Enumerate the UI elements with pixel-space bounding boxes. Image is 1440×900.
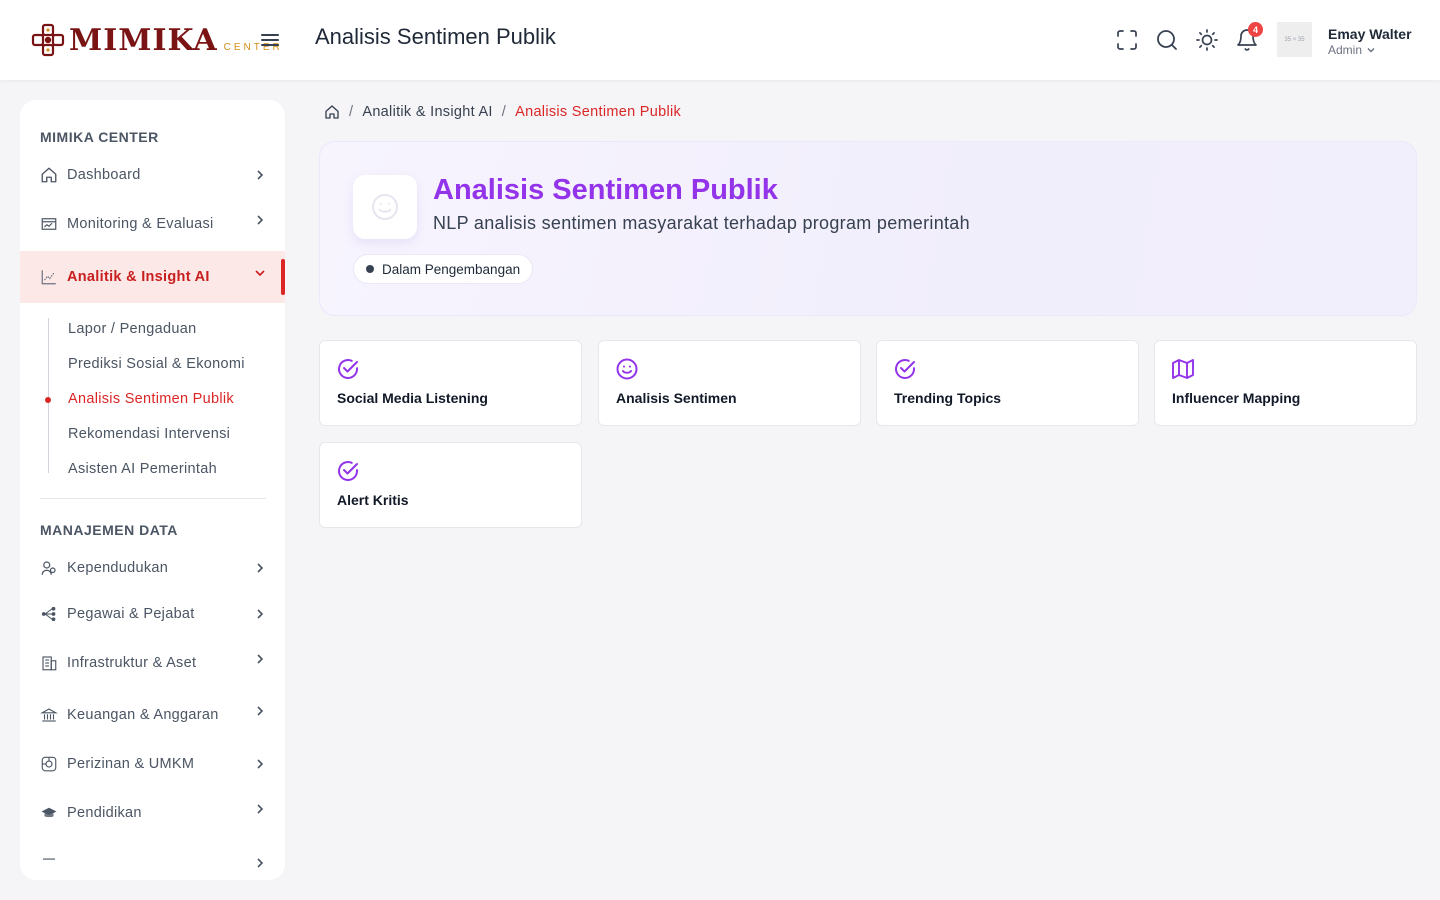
submenu-line bbox=[48, 318, 49, 473]
sidebar-item-analitik[interactable]: Analitik & Insight AI bbox=[20, 251, 285, 303]
user-name[interactable]: Emay Walter bbox=[1328, 26, 1412, 42]
sidebar-item-dashboard[interactable]: Dashboard bbox=[20, 149, 285, 201]
logo-text: MIMIKA bbox=[69, 22, 218, 58]
chevron-right-icon bbox=[257, 804, 264, 814]
submenu-item-prediksi[interactable]: Prediksi Sosial & Ekonomi bbox=[68, 356, 245, 372]
bank-icon bbox=[40, 708, 58, 722]
chevron-right-icon bbox=[257, 563, 264, 573]
sidebar-item-pendidikan[interactable]: Pendidikan bbox=[20, 787, 285, 839]
fullscreen-icon[interactable] bbox=[1115, 28, 1139, 52]
chevron-right-icon bbox=[257, 759, 264, 769]
sidebar-item-label: Keuangan & Anggaran bbox=[67, 707, 219, 723]
active-indicator bbox=[281, 259, 285, 295]
smile-icon bbox=[616, 358, 638, 380]
chart-icon bbox=[41, 270, 56, 285]
feature-card-title: Influencer Mapping bbox=[1172, 390, 1301, 406]
submenu-item-rekomendasi[interactable]: Rekomendasi Intervensi bbox=[68, 426, 230, 442]
org-icon bbox=[41, 606, 56, 622]
chevron-right-icon bbox=[257, 706, 264, 716]
check-circle-icon bbox=[338, 359, 358, 379]
sidebar-item-perizinan[interactable]: Perizinan & UMKM bbox=[20, 738, 285, 790]
check-circle-icon bbox=[338, 461, 358, 481]
hero-subtitle: NLP analisis sentimen masyarakat terhada… bbox=[433, 213, 970, 233]
sidebar-section-title: MANAJEMEN DATA bbox=[40, 522, 178, 538]
hero-banner: Analisis Sentimen Publik NLP analisis se… bbox=[319, 141, 1417, 316]
status-dot bbox=[366, 265, 374, 273]
sidebar: MIMIKA CENTER Dashboard Monitoring & Eva… bbox=[20, 100, 285, 880]
feature-card-influencer-mapping[interactable]: Influencer Mapping bbox=[1154, 340, 1417, 426]
feature-card-title: Alert Kritis bbox=[337, 492, 409, 508]
license-icon bbox=[41, 756, 57, 772]
sidebar-item-monitoring[interactable]: Monitoring & Evaluasi bbox=[20, 198, 285, 250]
sidebar-item-more[interactable] bbox=[20, 840, 285, 880]
sidebar-divider bbox=[40, 498, 266, 499]
sidebar-item-label: Pegawai & Pejabat bbox=[67, 606, 195, 622]
submenu-item-lapor[interactable]: Lapor / Pengaduan bbox=[68, 321, 196, 337]
home-icon bbox=[41, 167, 57, 183]
sidebar-item-label: Pendidikan bbox=[67, 805, 142, 821]
smile-icon bbox=[372, 194, 398, 220]
check-circle-icon bbox=[895, 359, 915, 379]
user-role-label: Admin bbox=[1328, 43, 1363, 57]
feature-card-title: Trending Topics bbox=[894, 390, 1002, 406]
chevron-right-icon bbox=[257, 609, 264, 619]
feature-card-alert-kritis[interactable]: Alert Kritis bbox=[319, 442, 582, 528]
sidebar-item-keuangan[interactable]: Keuangan & Anggaran bbox=[20, 689, 285, 741]
chevron-right-icon bbox=[257, 215, 264, 225]
feature-card-trending-topics[interactable]: Trending Topics bbox=[876, 340, 1139, 426]
hero-title: Analisis Sentimen Publik bbox=[433, 174, 778, 206]
breadcrumb: / Analitik & Insight AI / Analisis Senti… bbox=[324, 104, 681, 120]
chevron-down-icon bbox=[255, 270, 265, 277]
submenu-item-analisis-sentimen[interactable]: Analisis Sentimen Publik bbox=[68, 391, 234, 407]
feature-card-social-media[interactable]: Social Media Listening bbox=[319, 340, 582, 426]
breadcrumb-current: Analisis Sentimen Publik bbox=[515, 104, 682, 120]
active-submenu-dot bbox=[45, 397, 51, 403]
list-icon bbox=[43, 858, 55, 860]
top-header: MIMIKA CENTER Analisis Sentimen Publik 4… bbox=[0, 0, 1440, 80]
users-icon bbox=[41, 561, 56, 575]
notification-badge: 4 bbox=[1248, 22, 1263, 37]
map-icon bbox=[1172, 359, 1194, 379]
menu-toggle-icon[interactable] bbox=[258, 28, 282, 52]
sidebar-item-kependudukan[interactable]: Kependudukan bbox=[20, 542, 285, 594]
avatar[interactable]: 35 × 35 bbox=[1277, 22, 1312, 57]
home-icon[interactable] bbox=[324, 104, 340, 120]
chevron-right-icon bbox=[257, 170, 264, 180]
monitor-icon bbox=[41, 218, 57, 230]
page-title: Analisis Sentimen Publik bbox=[315, 24, 556, 49]
breadcrumb-separator: / bbox=[349, 104, 354, 120]
graduation-icon bbox=[41, 807, 57, 818]
feature-card-title: Analisis Sentimen bbox=[616, 390, 737, 406]
sidebar-item-label: Kependudukan bbox=[67, 560, 169, 576]
sidebar-item-label: Dashboard bbox=[67, 167, 141, 183]
user-role-dropdown[interactable]: Admin bbox=[1328, 43, 1376, 57]
building-icon bbox=[42, 656, 57, 671]
sidebar-item-infrastruktur[interactable]: Infrastruktur & Aset bbox=[20, 637, 285, 689]
sidebar-item-label: Infrastruktur & Aset bbox=[67, 655, 197, 671]
theme-sun-icon[interactable] bbox=[1195, 28, 1219, 52]
brand-logo[interactable]: MIMIKA CENTER bbox=[30, 20, 283, 60]
status-label: Dalam Pengembangan bbox=[382, 261, 521, 277]
status-badge: Dalam Pengembangan bbox=[353, 254, 534, 284]
chevron-right-icon bbox=[257, 858, 264, 868]
sidebar-item-label: Perizinan & UMKM bbox=[67, 756, 195, 772]
breadcrumb-parent[interactable]: Analitik & Insight AI bbox=[362, 104, 492, 120]
breadcrumb-separator: / bbox=[501, 104, 507, 120]
logo-mark-icon bbox=[31, 23, 65, 57]
sidebar-item-label: Monitoring & Evaluasi bbox=[67, 216, 214, 232]
search-icon[interactable] bbox=[1155, 28, 1179, 52]
submenu-item-asisten-ai[interactable]: Asisten AI Pemerintah bbox=[68, 461, 217, 477]
feature-card-title: Social Media Listening bbox=[337, 390, 488, 406]
sidebar-item-label: Analitik & Insight AI bbox=[67, 269, 210, 285]
sidebar-section-title: MIMIKA CENTER bbox=[40, 129, 159, 145]
feature-card-analisis-sentimen[interactable]: Analisis Sentimen bbox=[598, 340, 861, 426]
hero-icon-box bbox=[353, 175, 417, 239]
sidebar-item-pegawai[interactable]: Pegawai & Pejabat bbox=[20, 588, 285, 640]
chevron-down-icon bbox=[1367, 48, 1375, 53]
chevron-right-icon bbox=[257, 654, 264, 664]
